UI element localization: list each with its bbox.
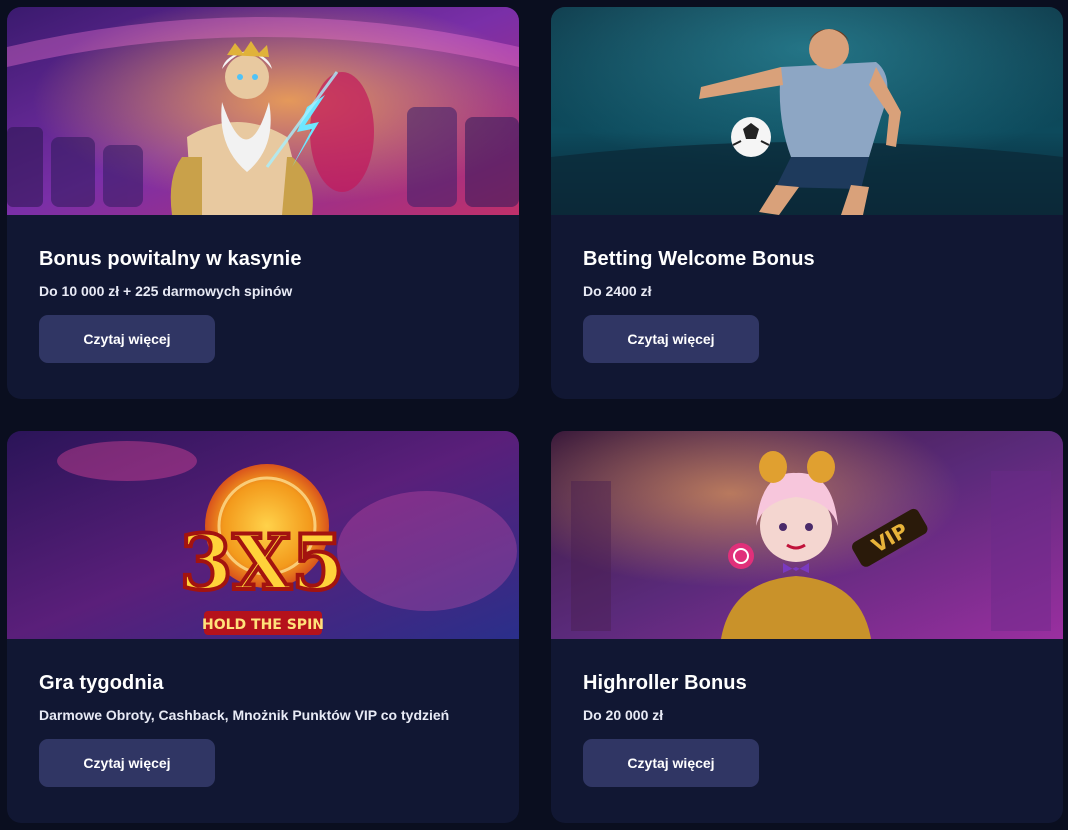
promo-card-casino-welcome: Bonus powitalny w kasynie Do 10 000 zł +… bbox=[7, 7, 519, 399]
card-subtitle: Do 20 000 zł bbox=[583, 707, 664, 723]
football-player-banner-image bbox=[551, 7, 1063, 215]
3x5-hold-the-spin-banner-image: 3X5 HOLD THE SPIN bbox=[7, 431, 519, 639]
card-title: Gra tygodnia bbox=[39, 672, 164, 694]
card-subtitle: Do 2400 zł bbox=[583, 283, 652, 299]
card-subtitle: Do 10 000 zł + 225 darmowych spinów bbox=[39, 283, 293, 299]
zeus-casino-banner-image bbox=[7, 7, 519, 215]
promo-card-betting-welcome: Betting Welcome Bonus Do 2400 zł Czytaj … bbox=[551, 7, 1063, 399]
hold-the-spin-tagline: HOLD THE SPIN bbox=[202, 617, 324, 633]
vip-clown-girl-banner-image: VIP bbox=[551, 431, 1063, 639]
read-more-button[interactable]: Czytaj więcej bbox=[583, 315, 759, 363]
card-title: Bonus powitalny w kasynie bbox=[39, 248, 302, 270]
promo-card-game-of-the-week: 3X5 HOLD THE SPIN Gra tygodnia Darmowe O… bbox=[7, 431, 519, 823]
card-title: Highroller Bonus bbox=[583, 672, 747, 694]
read-more-button[interactable]: Czytaj więcej bbox=[583, 739, 759, 787]
card-subtitle: Darmowe Obroty, Cashback, Mnożnik Punktó… bbox=[39, 707, 450, 723]
card-title: Betting Welcome Bonus bbox=[583, 248, 815, 270]
promo-card-highroller: VIP Highroller Bonus Do 20 000 zł Czytaj… bbox=[551, 431, 1063, 823]
read-more-button[interactable]: Czytaj więcej bbox=[39, 315, 215, 363]
read-more-button[interactable]: Czytaj więcej bbox=[39, 739, 215, 787]
3x5-logo-text: 3X5 bbox=[180, 518, 345, 607]
